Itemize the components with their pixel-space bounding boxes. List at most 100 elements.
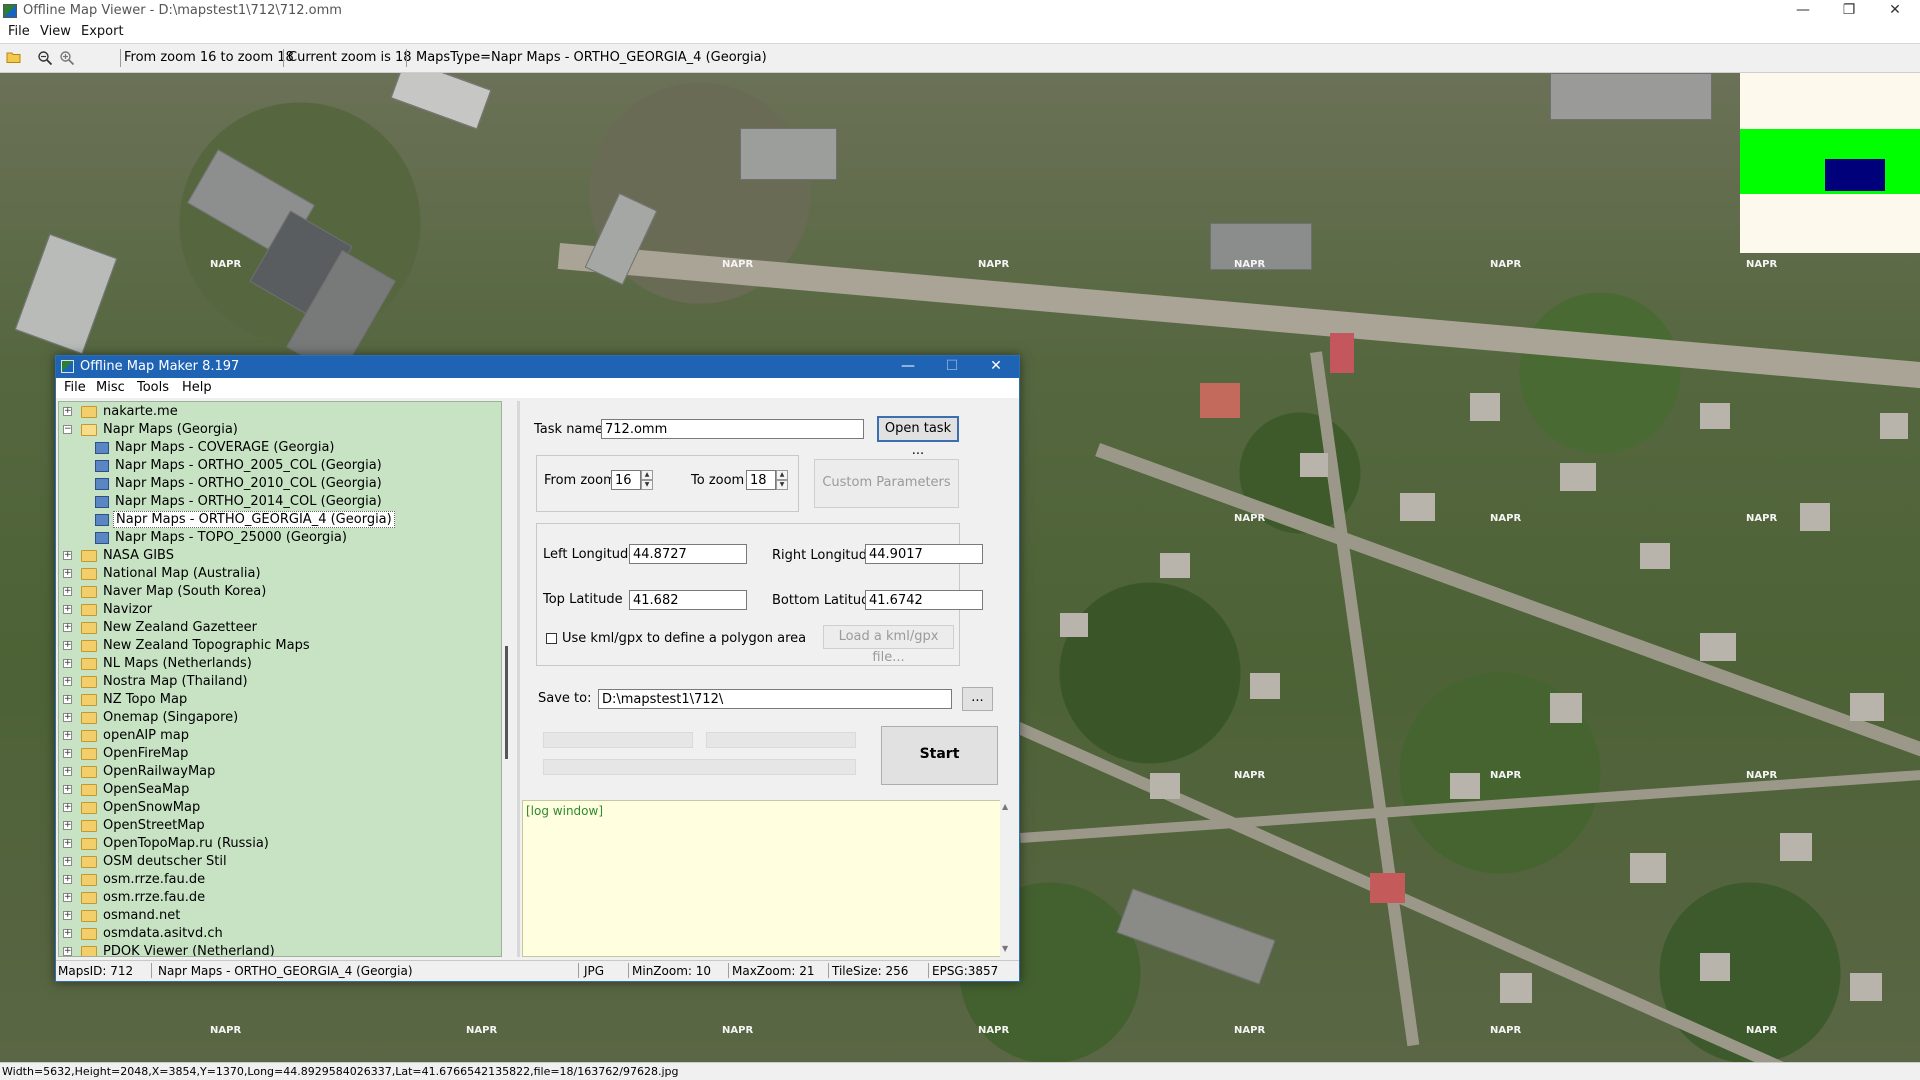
use-kml-checkbox[interactable] [546,633,557,644]
expand-icon[interactable]: + [63,893,72,902]
tree-item[interactable]: Napr Maps - TOPO_25000 (Georgia) [59,529,499,547]
collapse-icon[interactable]: − [63,425,72,434]
left-longitude-input[interactable]: 44.8727 [629,544,747,564]
zoom-out-icon[interactable] [36,50,54,68]
expand-icon[interactable]: + [63,623,72,632]
tree-item[interactable]: + NL Maps (Netherlands) [59,655,499,673]
tree-item[interactable]: Napr Maps - ORTHO_2005_COL (Georgia) [59,457,499,475]
maximize-button[interactable]: ❐ [1826,0,1872,22]
bottom-latitude-input[interactable]: 41.6742 [865,590,983,610]
tree-scrollbar-thumb[interactable] [505,646,508,759]
expand-icon[interactable]: + [63,587,72,596]
map-source-tree[interactable]: + nakarte.me − Napr Maps (Georgia) Napr Maps… [58,401,502,957]
tree-item[interactable]: + NZ Topo Map [59,691,499,709]
expand-icon[interactable]: + [63,569,72,578]
scroll-up-icon[interactable]: ▲ [1002,802,1008,811]
top-latitude-input[interactable]: 41.682 [629,590,747,610]
tree-item[interactable]: Napr Maps - ORTHO_2010_COL (Georgia) [59,475,499,493]
save-to-input[interactable]: D:\mapstest1\712\ [598,689,952,709]
tree-item[interactable]: + OpenStreetMap [59,817,499,835]
tree-item[interactable]: + OpenFireMap [59,745,499,763]
tree-item[interactable]: + PDOK Viewer (Netherland) [59,943,499,956]
expand-icon[interactable]: + [63,749,72,758]
log-scrollbar[interactable]: ▲ ▼ [1000,800,1014,957]
expand-icon[interactable]: + [63,857,72,866]
load-kml-button[interactable]: Load a kml/gpx file... [823,625,954,665]
tree-item[interactable]: + osmdata.asitvd.ch [59,925,499,943]
expand-icon[interactable]: + [63,551,72,560]
expand-icon[interactable]: + [63,803,72,812]
tree-item[interactable]: + OpenTopoMap.ru (Russia) [59,835,499,853]
tree-scrollbar[interactable] [503,401,517,957]
pane-splitter[interactable] [517,401,520,957]
tree-item[interactable]: + Nostra Map (Thailand) [59,673,499,691]
tree-item[interactable]: + NASA GIBS [59,547,499,565]
tree-item[interactable]: + osm.rrze.fau.de [59,889,499,907]
dialog-menu-file[interactable]: File [64,380,86,395]
to-zoom-input[interactable]: 18 [746,470,776,490]
open-folder-icon[interactable] [5,50,23,68]
browse-folder-button[interactable]: ... [962,687,993,711]
tree-item[interactable]: + National Map (Australia) [59,565,499,583]
tree-item[interactable]: + osmand.net [59,907,499,925]
dialog-titlebar[interactable]: Offline Map Maker 8.197 — ☐ ✕ [56,356,1019,378]
dialog-menu-help[interactable]: Help [182,380,212,395]
from-zoom-input[interactable]: 16 [611,470,641,490]
expand-icon[interactable]: + [63,929,72,938]
dialog-menu-misc[interactable]: Misc [96,380,125,395]
maps-type-text: MapsType=Napr Maps - ORTHO_GEORGIA_4 (Ge… [416,50,767,65]
from-zoom-spinner[interactable]: ▲ ▼ [641,470,653,490]
expand-icon[interactable]: + [63,821,72,830]
tree-item[interactable]: + OpenSeaMap [59,781,499,799]
expand-icon[interactable]: + [63,407,72,416]
tree-item[interactable]: + Onemap (Singapore) [59,709,499,727]
expand-icon[interactable]: + [63,947,72,956]
tree-item[interactable]: Napr Maps - ORTHO_GEORGIA_4 (Georgia) [59,511,499,529]
expand-icon[interactable]: + [63,605,72,614]
menu-file[interactable]: File [8,24,30,39]
expand-icon[interactable]: + [63,659,72,668]
tree-item[interactable]: + OSM deutscher Stil [59,853,499,871]
dialog-menu-tools[interactable]: Tools [137,380,169,395]
dialog-minimize-button[interactable]: — [886,356,930,378]
tree-item[interactable]: + New Zealand Gazetteer [59,619,499,637]
log-window[interactable]: [log window] [522,800,1014,957]
custom-parameters-button[interactable]: Custom Parameters [814,459,959,508]
overview-minimap[interactable] [1740,73,1920,253]
tree-item[interactable]: Napr Maps - COVERAGE (Georgia) [59,439,499,457]
task-name-input[interactable]: 712.omm [601,419,864,439]
scroll-down-icon[interactable]: ▼ [1002,944,1008,953]
overview-viewport-rect[interactable] [1825,159,1885,191]
expand-icon[interactable]: + [63,713,72,722]
minimize-button[interactable]: — [1780,0,1826,22]
tree-item[interactable]: + OpenRailwayMap [59,763,499,781]
expand-icon[interactable]: + [63,641,72,650]
tree-item[interactable]: + Navizor [59,601,499,619]
tree-item[interactable]: + openAIP map [59,727,499,745]
expand-icon[interactable]: + [63,767,72,776]
right-longitude-input[interactable]: 44.9017 [865,544,983,564]
expand-icon[interactable]: + [63,875,72,884]
expand-icon[interactable]: + [63,911,72,920]
menu-view[interactable]: View [40,24,71,39]
menu-export[interactable]: Export [81,24,124,39]
expand-icon[interactable]: + [63,731,72,740]
tree-item[interactable]: − Napr Maps (Georgia) [59,421,499,439]
tree-item[interactable]: + New Zealand Topographic Maps [59,637,499,655]
expand-icon[interactable]: + [63,695,72,704]
tree-item[interactable]: + osm.rrze.fau.de [59,871,499,889]
expand-icon[interactable]: + [63,677,72,686]
tree-item[interactable]: + Naver Map (South Korea) [59,583,499,601]
start-button[interactable]: Start [881,726,998,785]
to-zoom-spinner[interactable]: ▲ ▼ [776,470,788,490]
zoom-in-icon[interactable] [58,50,76,68]
open-task-button[interactable]: Open task ... [877,416,959,458]
expand-icon[interactable]: + [63,839,72,848]
dialog-close-button[interactable]: ✕ [974,356,1018,378]
tree-item[interactable]: + nakarte.me [59,403,499,421]
expand-icon[interactable]: + [63,785,72,794]
tree-item[interactable]: + OpenSnowMap [59,799,499,817]
tree-item[interactable]: Napr Maps - ORTHO_2014_COL (Georgia) [59,493,499,511]
close-button[interactable]: ✕ [1872,0,1918,22]
dialog-maximize-button[interactable]: ☐ [930,356,974,378]
